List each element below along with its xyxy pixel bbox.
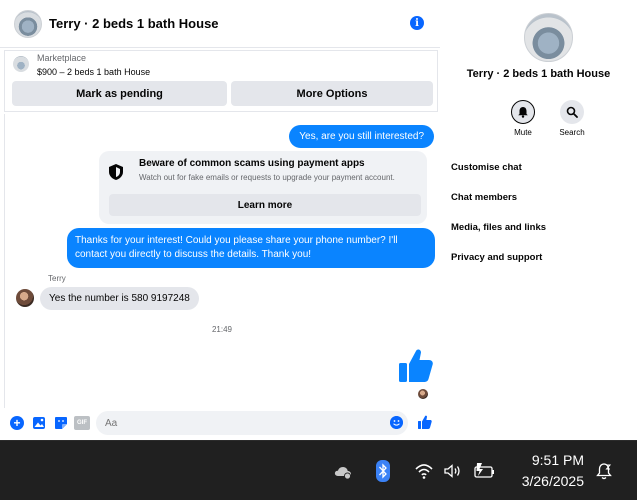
wifi-icon[interactable] [414, 461, 434, 481]
conversation-avatar-large[interactable] [524, 13, 573, 62]
scam-warning-description: Watch out for fake emails or requests to… [139, 173, 395, 182]
plus-icon[interactable]: + [10, 416, 24, 430]
scam-warning-card: Beware of common scams using payment app… [99, 151, 427, 224]
emoji-icon[interactable] [390, 416, 403, 429]
listing-price-title[interactable]: $900 – 2 beds 1 bath House [37, 67, 150, 77]
listing-thumbnail[interactable] [13, 56, 29, 72]
search-label: Search [559, 128, 585, 137]
cloud-icon[interactable] [333, 461, 353, 481]
conversation-title[interactable]: Terry · 2 beds 1 bath House [49, 16, 219, 31]
sender-avatar[interactable] [16, 289, 34, 307]
sticker-icon[interactable] [54, 416, 68, 430]
chat-panel: Terry · 2 beds 1 bath House i Marketplac… [0, 0, 440, 440]
mute-label: Mute [514, 128, 532, 137]
info-icon[interactable]: i [410, 16, 424, 30]
search-button[interactable]: Search [552, 100, 592, 137]
conversation-details-sidebar: Terry · 2 beds 1 bath House Mute Search … [440, 0, 637, 440]
clock-time[interactable]: 9:51 PM [514, 452, 584, 468]
incoming-message[interactable]: Yes the number is 580 9197248 [40, 287, 199, 310]
message-timestamp: 21:49 [211, 325, 233, 334]
message-input[interactable] [96, 411, 408, 435]
sidebar-title: Terry · 2 beds 1 bath House [466, 68, 611, 80]
like-icon[interactable] [418, 415, 432, 429]
thumbs-up-icon[interactable] [399, 348, 433, 384]
chat-members-item[interactable]: Chat members [451, 192, 517, 203]
message-thread[interactable]: Yes, are you still interested? Beware of… [4, 114, 438, 408]
bell-icon [511, 100, 535, 124]
outgoing-message[interactable]: Yes, are you still interested? [289, 125, 434, 148]
battery-icon[interactable] [473, 461, 495, 481]
message-composer: + GIF [4, 408, 438, 438]
gif-icon[interactable]: GIF [74, 416, 90, 430]
mark-as-pending-button[interactable]: Mark as pending [12, 81, 227, 106]
sender-name: Terry [48, 274, 66, 283]
windows-taskbar: 9:51 PM 3/26/2025 [0, 440, 637, 500]
seen-receipt-avatar [418, 389, 428, 399]
conversation-avatar[interactable] [14, 9, 42, 38]
shield-icon [109, 164, 123, 180]
more-options-button[interactable]: More Options [231, 81, 433, 106]
chat-header: Terry · 2 beds 1 bath House i [0, 0, 440, 48]
marketplace-listing-card: Marketplace $900 – 2 beds 1 bath House M… [4, 50, 438, 112]
customise-chat-item[interactable]: Customise chat [451, 162, 522, 173]
outgoing-message[interactable]: Thanks for your interest! Could you plea… [67, 228, 435, 268]
volume-icon[interactable] [443, 461, 463, 481]
learn-more-button[interactable]: Learn more [109, 194, 421, 216]
clock-date[interactable]: 3/26/2025 [504, 473, 584, 489]
search-icon [560, 100, 584, 124]
privacy-support-item[interactable]: Privacy and support [451, 252, 542, 263]
marketplace-label: Marketplace [37, 53, 87, 63]
mute-button[interactable]: Mute [503, 100, 543, 137]
bluetooth-icon[interactable] [376, 460, 390, 482]
notification-icon[interactable] [594, 461, 614, 481]
media-files-links-item[interactable]: Media, files and links [451, 222, 546, 233]
photo-icon[interactable] [32, 416, 46, 430]
scam-warning-title: Beware of common scams using payment app… [139, 158, 365, 169]
